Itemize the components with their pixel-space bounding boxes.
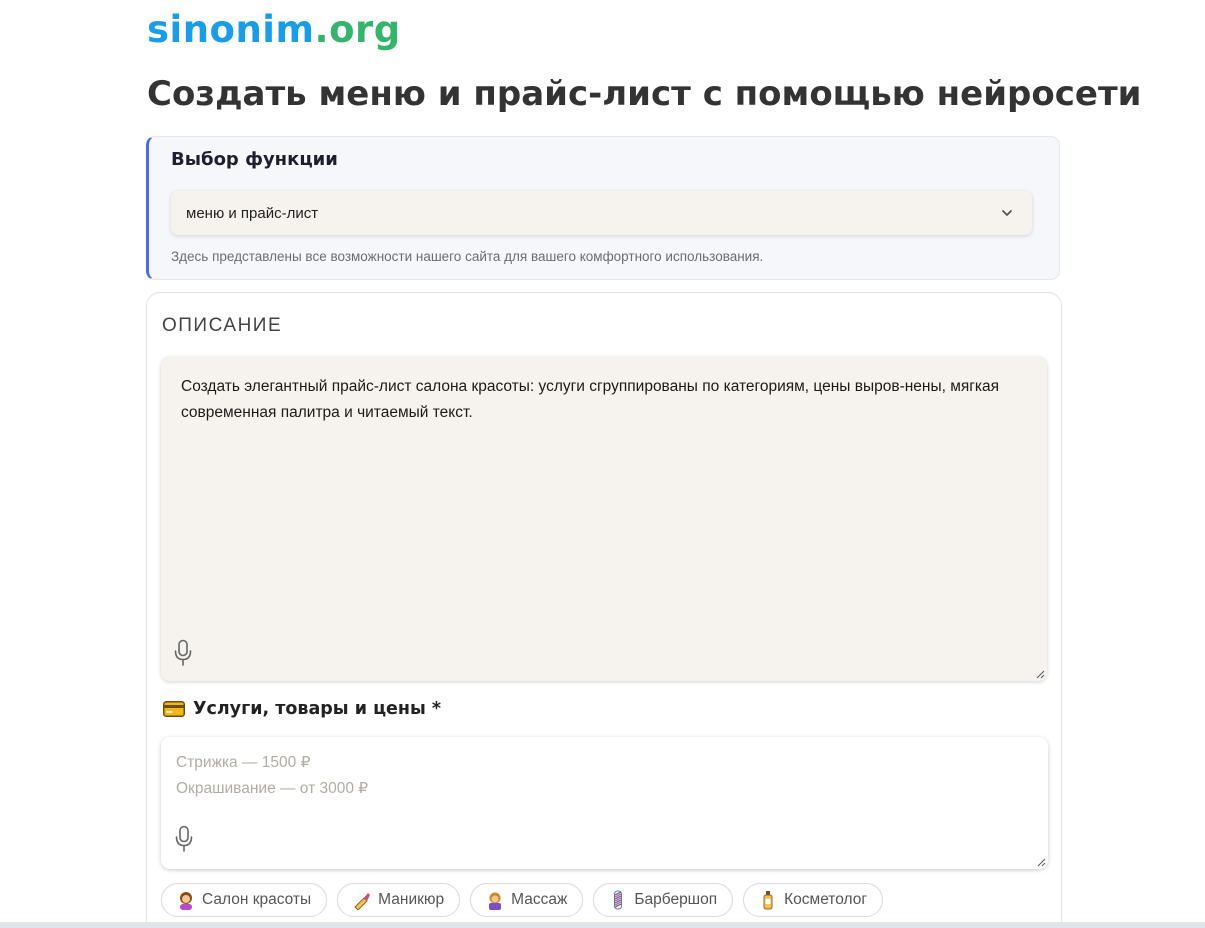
chip-label: Косметолог [784,891,867,908]
chip-massage[interactable]: Массаж [470,883,584,917]
description-text: Создать элегантный прайс-лист салона кра… [181,378,1000,421]
chip-label: Барбершоп [634,891,718,908]
logo-text-domain: .org [314,8,401,51]
microphone-icon[interactable] [174,825,194,853]
lotion-bottle-icon [763,891,773,910]
prices-textarea[interactable]: Стрижка — 1500 ₽ Окрашивание — от 3000 ₽ [161,737,1048,869]
chip-barbershop[interactable]: Барбершоп [593,883,734,917]
function-select-title: Выбор функции [171,149,338,170]
prices-placeholder-line-1: Стрижка — 1500 ₽ [176,754,311,771]
prices-label: Услуги, товары и цены * [163,699,441,719]
description-textarea[interactable]: Создать элегантный прайс-лист салона кра… [161,357,1047,681]
chip-label: Салон красоты [202,891,312,908]
function-select-hint: Здесь представлены все возможности нашег… [171,249,764,264]
chip-label: Массаж [511,891,568,908]
horizontal-scrollbar[interactable] [0,922,1205,928]
chip-label: Маникюр [378,891,445,908]
site-logo[interactable]: sinonim.org [147,8,401,52]
resize-handle-icon[interactable] [1036,857,1046,867]
category-chips: Салон красоты Маникюр Массаж Барбершоп К… [161,883,883,917]
chevron-down-icon [1002,210,1012,216]
logo-text-main: sinonim [147,8,315,51]
description-label: ОПИСАНИЕ [162,315,283,336]
page-title: Создать меню и прайс-лист с помощью нейр… [147,74,1142,114]
chip-manicure[interactable]: Маникюр [337,883,461,917]
prices-label-text: Услуги, товары и цены * [193,699,442,719]
credit-card-icon [163,701,185,717]
function-select-dropdown[interactable]: меню и прайс-лист [171,191,1032,235]
page: sinonim.org Создать меню и прайс-лист с … [0,0,1205,928]
massage-icon [489,892,502,910]
function-select-card: Выбор функции меню и прайс-лист Здесь пр… [146,136,1060,280]
barber-pole-icon [614,890,623,910]
resize-handle-icon[interactable] [1035,669,1045,679]
chip-salon[interactable]: Салон красоты [161,883,328,917]
prices-placeholder-line-2: Окрашивание — от 3000 ₽ [176,780,369,797]
nail-polish-icon [354,893,371,910]
chip-cosmetologist[interactable]: Косметолог [743,883,883,917]
microphone-icon[interactable] [173,639,193,667]
form-card: ОПИСАНИЕ Создать элегантный прайс-лист с… [146,292,1062,928]
hairdresser-icon [180,892,192,910]
function-select-value: меню и прайс-лист [186,205,319,222]
